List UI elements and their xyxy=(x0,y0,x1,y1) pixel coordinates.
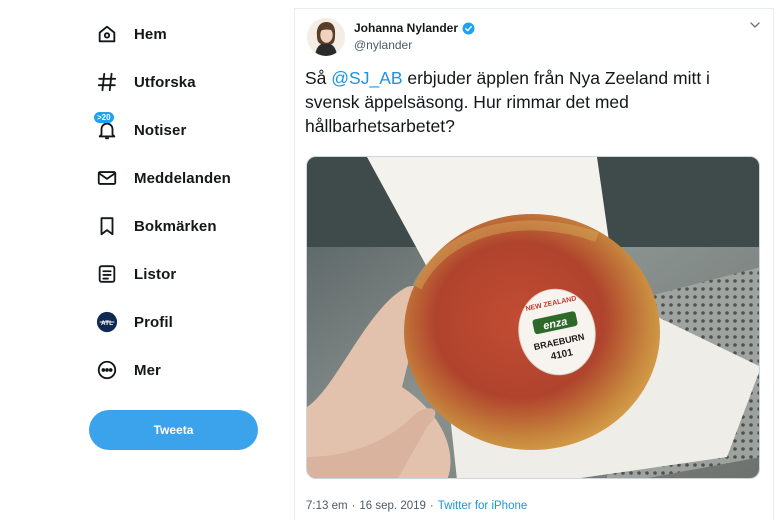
author-name[interactable]: Johanna Nylander xyxy=(354,21,475,35)
more-icon xyxy=(92,355,122,385)
nav-item-messages[interactable]: Meddelanden xyxy=(92,160,231,196)
nav-item-profile[interactable]: ATL Profil xyxy=(92,304,173,340)
author-avatar[interactable] xyxy=(307,18,345,56)
nav-label-home: Hem xyxy=(134,25,167,43)
author-handle[interactable]: @nylander xyxy=(354,38,412,52)
nav-label-bookmarks: Bokmärken xyxy=(134,217,217,235)
tweet-button[interactable]: Tweeta xyxy=(89,410,258,450)
profile-avatar-text: ATL xyxy=(101,320,113,327)
nav-label-more: Mer xyxy=(134,361,161,379)
tweet-time[interactable]: 7:13 em xyxy=(306,500,348,512)
chevron-down-icon[interactable] xyxy=(747,17,763,33)
nav-label-explore: Utforska xyxy=(134,73,196,91)
nav-label-notifications: Notiser xyxy=(134,121,187,139)
tweet-date[interactable]: 16 sep. 2019 xyxy=(359,500,426,512)
mention-link[interactable]: @SJ_AB xyxy=(331,68,402,88)
tweet-photo[interactable]: NEW ZEALAND enza BRAEBURN 4101 xyxy=(306,156,760,479)
meta-separator-2: · xyxy=(429,500,434,512)
meta-separator: · xyxy=(351,500,356,512)
tweet-detail: Johanna Nylander @nylander Så @SJ_AB erb… xyxy=(294,8,774,520)
verified-badge-icon xyxy=(462,22,475,34)
home-icon xyxy=(92,19,122,49)
nav-label-profile: Profil xyxy=(134,313,173,331)
tweet-meta: 7:13 em · 16 sep. 2019 · Twitter for iPh… xyxy=(306,500,527,512)
nav-item-home[interactable]: Hem xyxy=(92,16,167,52)
list-icon xyxy=(92,259,122,289)
envelope-icon xyxy=(92,163,122,193)
hashtag-icon xyxy=(92,67,122,97)
nav-item-more[interactable]: Mer xyxy=(92,352,161,388)
bell-icon: >20 xyxy=(92,112,122,145)
nav-label-lists: Listor xyxy=(134,265,177,283)
author-name-text: Johanna Nylander xyxy=(354,21,459,35)
nav-item-bookmarks[interactable]: Bokmärken xyxy=(92,208,217,244)
nav-item-lists[interactable]: Listor xyxy=(92,256,176,292)
tweet-source-link[interactable]: Twitter for iPhone xyxy=(438,500,527,512)
profile-avatar-icon: ATL xyxy=(92,307,122,337)
tweet-text-start: Så xyxy=(305,68,332,88)
sidebar-nav: Hem Utforska >20 Notiser Meddelanden Bok… xyxy=(0,0,290,520)
notification-badge: >20 xyxy=(94,112,114,123)
tweet-text: Så @SJ_AB erbjuder äpplen från Nya Zeela… xyxy=(305,66,745,138)
nav-label-messages: Meddelanden xyxy=(134,169,231,187)
nav-item-explore[interactable]: Utforska xyxy=(92,64,196,100)
bookmark-icon xyxy=(92,211,122,241)
nav-item-notifications[interactable]: >20 Notiser xyxy=(92,112,186,148)
